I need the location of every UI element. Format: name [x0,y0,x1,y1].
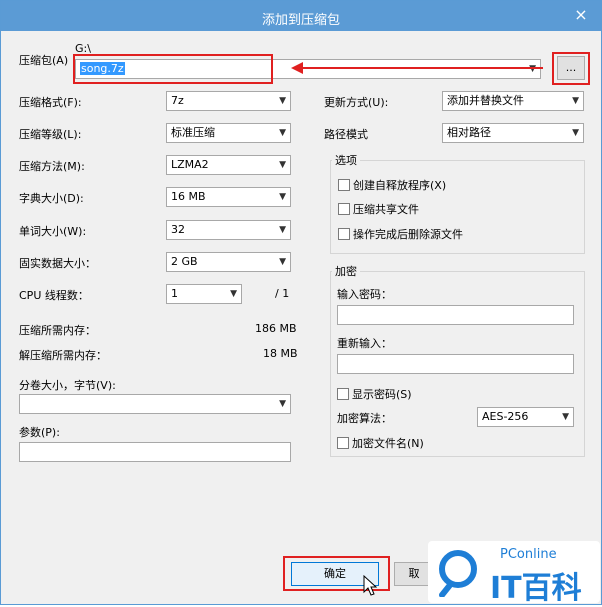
checkbox-icon [338,203,350,215]
chevron-down-icon: ▼ [279,192,286,202]
level-label: 压缩等级(L): [19,128,82,141]
reenter-label: 重新输入： [337,337,392,350]
encryption-title: 加密 [332,263,360,279]
show-password-checkbox[interactable]: 显示密码(S) [337,386,412,402]
checkbox-icon [338,228,350,240]
volume-combo[interactable]: ▼ [19,394,291,414]
method-value: LZMA2 [171,158,209,171]
reenter-input[interactable] [337,354,574,374]
mem-decompress-label: 解压缩所需内存： [19,349,107,362]
checkbox-icon [338,179,350,191]
chevron-down-icon: ▼ [279,257,286,267]
options-title: 选项 [332,152,360,168]
enc-method-label: 加密算法： [337,412,392,425]
params-label: 参数(P): [19,426,60,439]
word-select[interactable]: 32 ▼ [166,220,291,240]
arrow-annotation-icon [291,62,543,74]
checkbox-icon [337,437,349,449]
search-magnifier-icon [439,550,477,597]
chevron-down-icon: ▼ [562,412,569,422]
chevron-down-icon: ▼ [572,128,579,138]
chevron-down-icon: ▼ [230,289,237,299]
pathmode-label: 路径模式 [324,128,368,141]
word-label: 单词大小(W): [19,225,87,238]
update-select[interactable]: 添加并替换文件 ▼ [442,91,584,111]
dict-label: 字典大小(D): [19,192,84,205]
close-button[interactable]: × [569,4,593,26]
format-label: 压缩格式(F): [19,96,82,109]
threads-value: 1 [171,287,178,300]
chevron-down-icon: ▼ [279,399,286,409]
solid-select[interactable]: 2 GB ▼ [166,252,291,272]
params-input[interactable] [19,442,291,462]
delete-label: 操作完成后删除源文件 [353,228,463,241]
checkbox-icon [337,388,349,400]
method-label: 压缩方法(M): [19,160,85,173]
level-value: 标准压缩 [171,126,215,139]
watermark-logo: PConline IT百科 [428,541,600,606]
dict-value: 16 MB [171,190,206,203]
sfx-checkbox[interactable]: 创建自释放程序(X) [338,177,446,193]
cursor-icon [363,575,377,596]
dict-select[interactable]: 16 MB ▼ [166,187,291,207]
volume-label: 分卷大小，字节(V): [19,379,116,392]
show-password-label: 显示密码(S) [352,388,412,401]
watermark-name: IT百科 [490,571,582,606]
title-bar: 添加到压缩包 × [1,1,601,31]
dialog-title: 添加到压缩包 [261,13,340,28]
format-value: 7z [171,94,184,107]
enc-method-select[interactable]: AES-256 ▼ [477,407,574,427]
threads-total: / 1 [275,287,290,300]
pathmode-value: 相对路径 [447,126,491,139]
mem-decompress-value: 18 MB [263,347,298,360]
threads-label: CPU 线程数： [19,289,89,302]
chevron-down-icon: ▼ [279,160,286,170]
word-value: 32 [171,223,185,236]
highlight-box-browse [552,52,590,85]
watermark-brand: PConline [500,547,557,562]
method-select[interactable]: LZMA2 ▼ [166,155,291,175]
shared-checkbox[interactable]: 压缩共享文件 [338,201,419,217]
shared-label: 压缩共享文件 [353,203,419,216]
chevron-down-icon: ▼ [279,225,286,235]
update-label: 更新方式(U): [324,96,389,109]
delete-checkbox[interactable]: 操作完成后删除源文件 [338,226,463,242]
solid-label: 固实数据大小： [19,257,96,270]
mem-compress-value: 186 MB [255,322,297,335]
encrypt-names-checkbox[interactable]: 加密文件名(N) [337,435,424,451]
update-value: 添加并替换文件 [447,94,524,107]
enc-method-value: AES-256 [482,410,529,423]
level-select[interactable]: 标准压缩 ▼ [166,123,291,143]
threads-select[interactable]: 1 ▼ [166,284,242,304]
encrypt-names-label: 加密文件名(N) [352,437,424,450]
sfx-label: 创建自释放程序(X) [353,179,447,192]
password-label: 输入密码： [337,288,392,301]
pathmode-select[interactable]: 相对路径 ▼ [442,123,584,143]
dialog-window: 添加到压缩包 × 压缩包(A) G:\ song.7z ▼ ... 压缩格式(F… [0,0,602,606]
archive-label: 压缩包(A) [19,54,69,67]
chevron-down-icon: ▼ [279,96,286,106]
format-select[interactable]: 7z ▼ [166,91,291,111]
chevron-down-icon: ▼ [572,96,579,106]
password-input[interactable] [337,305,574,325]
solid-value: 2 GB [171,255,198,268]
highlight-box-filename [73,54,273,84]
chevron-down-icon: ▼ [279,128,286,138]
mem-compress-label: 压缩所需内存： [19,324,96,337]
